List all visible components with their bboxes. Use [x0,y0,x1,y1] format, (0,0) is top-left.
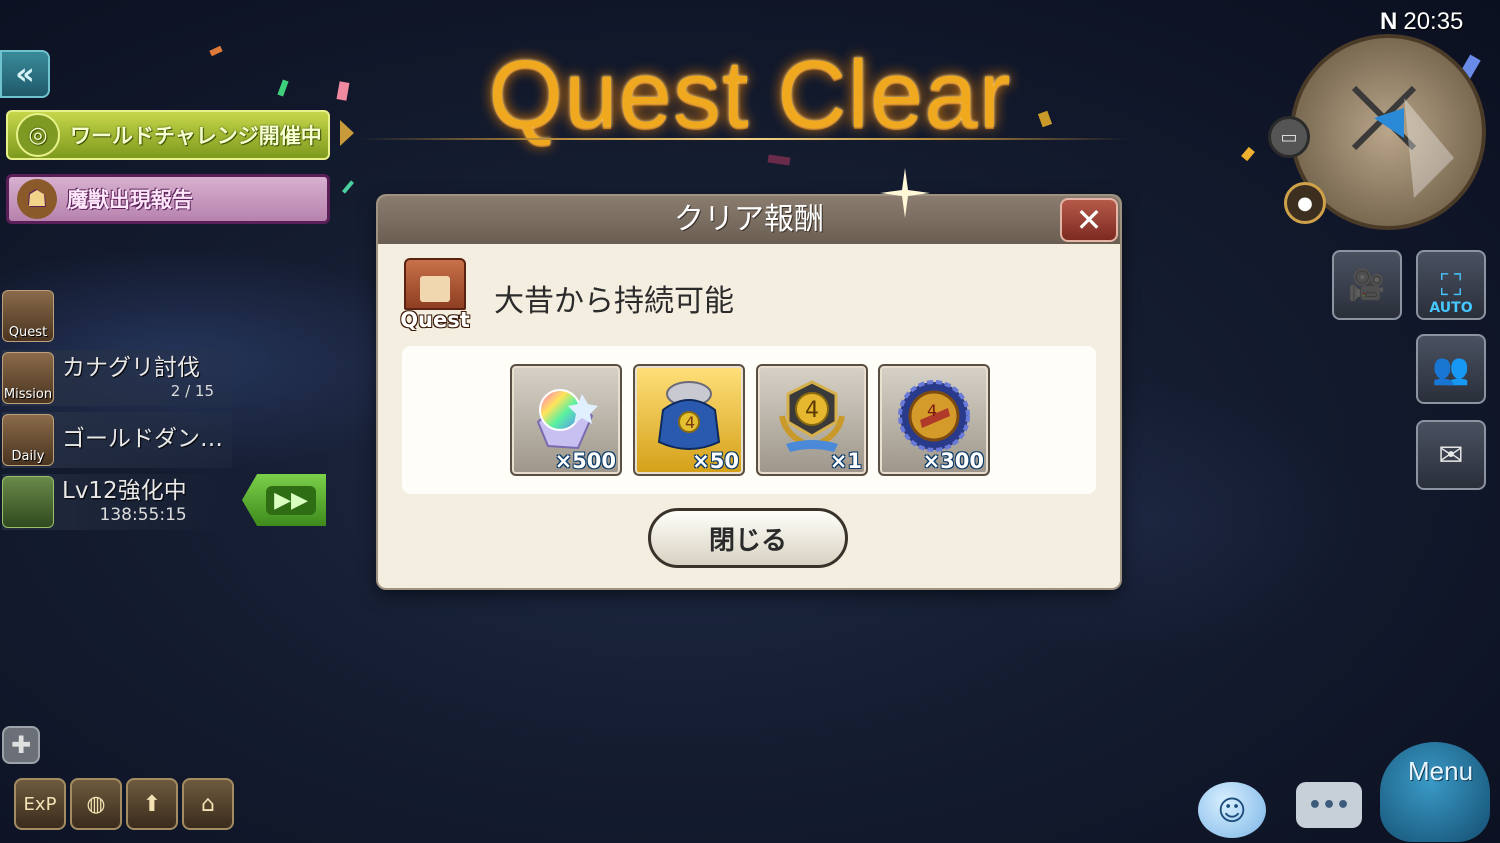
reward-panel [402,346,1096,494]
fast-forward-icon: ▶▶ [266,485,316,515]
smile-icon: ☺ [1217,793,1247,827]
camera-button[interactable]: 🎥 [1332,250,1402,320]
quest-icon: Quest [2,290,54,342]
world-challenge-label: ワールドチャレンジ開催中 [70,124,322,148]
emote-button[interactable]: ☺ [1198,782,1266,838]
clock-display: N 20:35 [1380,8,1463,36]
mission-icon: Mission [2,352,54,404]
daily-name: ゴールドダン… [62,426,223,453]
daily-tag: Daily [11,449,45,464]
close-icon: ✕ [1075,201,1103,239]
close-button[interactable]: 閉じる [648,508,848,568]
gift-icon: ⌂ [201,791,215,817]
mission-name: カナグリ討伐 [62,355,200,382]
mail-icon: ✉ [1438,437,1464,473]
svg-text:4: 4 [685,413,695,432]
reward-qty: ×300 [922,449,984,473]
back-button[interactable]: « [0,50,50,98]
rank-emblem-icon: 4 [779,380,845,452]
world-challenge-banner[interactable]: ◎ ワールドチャレンジ開催中 [6,110,330,160]
beast-mask-icon: ☗ [17,179,57,219]
quest-badge-label: Quest [400,308,470,332]
chevron-right-icon [340,120,354,146]
plus-icon: ✚ [10,731,32,759]
upgrade-timer: 138:55:15 [99,504,187,525]
camera-icon: 🎥 [1348,267,1386,303]
reward-item[interactable]: 4 ×1 [756,364,868,476]
treasure-bag-icon: 4 [657,381,721,450]
chat-bubble-icon: ••• [1307,792,1351,818]
mission-progress: 2 / 15 [170,381,214,400]
quest-house-icon [404,258,466,310]
gift-button[interactable]: ⌂ [182,778,234,830]
dialog-header: クリア報酬 [378,196,1120,244]
party-icon: 👥 [1432,351,1470,387]
svg-text:4: 4 [805,398,819,423]
map-layer-icon: ▭ [1280,126,1298,148]
character-face-icon: ● [1297,192,1313,214]
boot-icon: ⬆ [142,791,162,817]
svg-text:4: 4 [927,401,937,420]
exp-label: ExP [23,793,57,815]
boot-button[interactable]: ⬆ [126,778,178,830]
medal-coin-icon: 4 [898,380,970,452]
fast-forward-button[interactable]: ▶▶ [242,474,326,526]
double-chevron-left-icon: « [15,56,35,92]
sparkle-icon [880,168,930,218]
beast-report-label: 魔獣出現報告 [67,188,193,212]
daily-icon: Daily [2,414,54,466]
treasure-chest-icon [2,476,54,528]
globe-icon: ◎ [16,113,60,157]
reward-qty: ×1 [829,449,862,473]
quest-tracker[interactable]: Quest [2,288,232,344]
reward-qty: ×50 [692,449,739,473]
reward-item[interactable]: ×500 [510,364,622,476]
expand-plus-button[interactable]: ✚ [2,726,40,764]
map-toggle-button[interactable]: ▭ [1268,116,1310,158]
compass-icon: ◍ [86,791,106,817]
reward-dialog: クリア報酬 ✕ Quest 大昔から持続可能 ×500 4 ×50 4 ×1 4… [378,196,1120,588]
mission-tracker[interactable]: Mission カナグリ討伐 2 / 15 [2,350,232,406]
compass-button[interactable]: ◍ [70,778,122,830]
menu-label: Menu [1408,756,1474,786]
mail-button[interactable]: ✉ [1416,420,1486,490]
beast-report-banner[interactable]: ☗ 魔獣出現報告 [6,174,330,224]
rainbow-crystal-icon [536,389,598,450]
quest-badge: Quest [398,258,472,332]
auto-button[interactable]: ⛶ AUTO [1416,250,1486,320]
quest-name: 大昔から持続可能 [494,284,734,319]
party-button[interactable]: 👥 [1416,334,1486,404]
map-character-button[interactable]: ● [1284,182,1326,224]
reward-qty: ×500 [554,449,616,473]
chat-button[interactable]: ••• [1296,782,1362,828]
clock-time: 20:35 [1403,8,1464,35]
mission-tag: Mission [3,387,53,402]
daily-tracker[interactable]: Daily ゴールドダン… [2,412,232,468]
upgrade-tracker[interactable]: Lv12強化中 138:55:15 [2,474,232,530]
close-x-button[interactable]: ✕ [1060,198,1118,242]
auto-frame-icon: ⛶ [1440,267,1462,303]
title-divider [360,138,1130,140]
reward-item[interactable]: 4 ×50 [633,364,745,476]
exp-button[interactable]: ExP [14,778,66,830]
quest-tag: Quest [8,325,48,340]
compass-north: N [1380,8,1398,35]
auto-label: AUTO [1429,300,1473,316]
reward-item[interactable]: 4 ×300 [878,364,990,476]
quest-clear-title: Quest Clear [488,41,1012,148]
upgrade-status: Lv12強化中 [62,478,187,505]
